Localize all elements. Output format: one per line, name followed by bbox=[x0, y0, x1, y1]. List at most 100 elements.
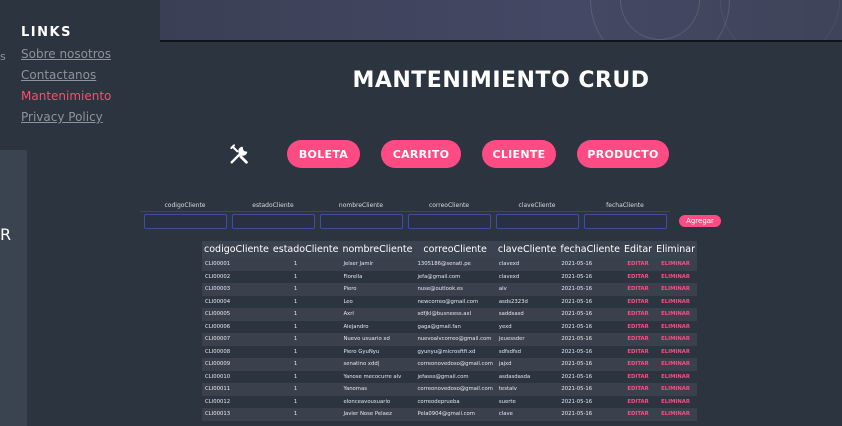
cell-estado: 1 bbox=[270, 408, 341, 421]
delete-button[interactable]: ELIMINAR bbox=[654, 308, 698, 321]
delete-button[interactable]: ELIMINAR bbox=[654, 295, 698, 308]
table-row: CLI00002 1 Fiorella jefa@gmail.com clavexd 20… bbox=[202, 270, 698, 283]
estado-cliente-input[interactable] bbox=[232, 214, 315, 229]
cell-codigo: CLI00012 bbox=[202, 395, 271, 408]
edge-letter: R bbox=[0, 225, 12, 244]
cell-fecha: 2021-05-16 bbox=[558, 258, 622, 271]
edit-button[interactable]: EDITAR bbox=[621, 270, 655, 283]
cell-codigo: CLI00005 bbox=[202, 308, 271, 321]
delete-button[interactable]: ELIMINAR bbox=[654, 270, 698, 283]
cell-codigo: CLI00013 bbox=[202, 408, 271, 421]
cell-correo: sdfjkl@busneess.axl bbox=[414, 308, 496, 321]
edit-button[interactable]: EDITAR bbox=[621, 383, 655, 396]
column-header: estadoCliente bbox=[270, 241, 341, 258]
delete-button[interactable]: ELIMINAR bbox=[654, 370, 698, 383]
cell-fecha: 2021-05-16 bbox=[558, 333, 622, 346]
delete-button[interactable]: ELIMINAR bbox=[654, 333, 698, 346]
codigo-cliente-input[interactable] bbox=[144, 214, 227, 229]
table-row: CLI00008 1 Piero GyuNyu gyunyu@microsftfi.x… bbox=[202, 345, 698, 358]
edit-button[interactable]: EDITAR bbox=[621, 333, 655, 346]
cell-clave: jajxd bbox=[495, 358, 559, 371]
edit-button[interactable]: EDITAR bbox=[621, 370, 655, 383]
producto-button[interactable]: PRODUCTO bbox=[577, 140, 669, 168]
hero-banner bbox=[160, 0, 842, 42]
table-row: CLI00007 1 Nuevo usuario xd nuevoalvcorreo@… bbox=[202, 333, 698, 346]
cell-nombre: Piero bbox=[340, 283, 415, 296]
correo-cliente-input[interactable] bbox=[408, 214, 491, 229]
delete-button[interactable]: ELIMINAR bbox=[654, 358, 698, 371]
nombre-cliente-input[interactable] bbox=[320, 214, 403, 229]
page-title: MANTENIMIENTO CRUD bbox=[352, 68, 650, 93]
boleta-button[interactable]: BOLETA bbox=[287, 140, 360, 168]
cell-fecha: 2021-05-16 bbox=[558, 270, 622, 283]
cell-codigo: CLI00004 bbox=[202, 295, 271, 308]
footer-side-panel bbox=[0, 150, 27, 426]
edit-button[interactable]: EDITAR bbox=[621, 395, 655, 408]
cell-estado: 1 bbox=[270, 295, 341, 308]
edit-button[interactable]: EDITAR bbox=[621, 283, 655, 296]
cell-nombre: Alejandro bbox=[340, 320, 415, 333]
cell-clave: alv bbox=[495, 283, 559, 296]
cell-nombre: Jeiser Jamir bbox=[340, 258, 415, 271]
delete-button[interactable]: ELIMINAR bbox=[654, 383, 698, 396]
delete-button[interactable]: ELIMINAR bbox=[654, 283, 698, 296]
table-row: CLI00013 1 Javier Nose Pelaez Pela0904@gmai… bbox=[202, 408, 698, 421]
decor-circle-icon bbox=[720, 0, 840, 40]
link-privacy-policy[interactable]: Privacy Policy bbox=[21, 110, 103, 124]
cell-codigo: CLI00003 bbox=[202, 283, 271, 296]
table-row: CLI00004 1 Leo newcorreo@gmail.com asds2323d… bbox=[202, 295, 698, 308]
fecha-cliente-input[interactable] bbox=[584, 214, 667, 229]
cliente-button[interactable]: CLIENTE bbox=[482, 140, 556, 168]
cell-correo: correodeprueba bbox=[414, 395, 496, 408]
cell-correo: nuse@outlook.es bbox=[414, 283, 496, 296]
cell-codigo: CLI00006 bbox=[202, 320, 271, 333]
table-row: CLI00001 1 Jeiser Jamir 1305186@senati.pe cl… bbox=[202, 258, 698, 271]
edit-button[interactable]: EDITAR bbox=[621, 345, 655, 358]
link-mantenimiento[interactable]: Mantenimiento bbox=[21, 89, 111, 103]
table-row: CLI00009 1 senatino xdd| correonovedoso@gma… bbox=[202, 358, 698, 371]
cell-fecha: 2021-05-16 bbox=[558, 358, 622, 371]
cell-correo: Pela0904@gmail.com bbox=[414, 408, 496, 421]
cell-codigo: CLI00002 bbox=[202, 270, 271, 283]
cell-codigo: CLI00010 bbox=[202, 370, 271, 383]
edit-button[interactable]: EDITAR bbox=[621, 308, 655, 321]
carrito-button[interactable]: CARRITO bbox=[381, 140, 461, 168]
table-row: CLI00012 1 elonceavousuario correodeprueba s… bbox=[202, 395, 698, 408]
cell-estado: 1 bbox=[270, 333, 341, 346]
cell-codigo: CLI00007 bbox=[202, 333, 271, 346]
delete-button[interactable]: ELIMINAR bbox=[654, 320, 698, 333]
cell-nombre: Javier Nose Pelaez bbox=[340, 408, 415, 421]
clientes-table: codigoCliente estadoCliente nombreClient… bbox=[202, 241, 698, 421]
cell-codigo: CLI00001 bbox=[202, 258, 271, 271]
edit-button[interactable]: EDITAR bbox=[621, 295, 655, 308]
links-title: LINKS bbox=[21, 25, 72, 40]
cell-correo: jefasss@gmail.com bbox=[414, 370, 496, 383]
delete-button[interactable]: ELIMINAR bbox=[654, 395, 698, 408]
edit-button[interactable]: EDITAR bbox=[621, 408, 655, 421]
link-contactanos[interactable]: Contactanos bbox=[21, 68, 96, 82]
column-header: correoCliente bbox=[414, 241, 496, 258]
delete-button[interactable]: ELIMINAR bbox=[654, 345, 698, 358]
edit-button[interactable]: EDITAR bbox=[621, 258, 655, 271]
cell-correo: gaga@gmail.fan bbox=[414, 320, 496, 333]
cell-estado: 1 bbox=[270, 383, 341, 396]
cell-correo: 1305186@senati.pe bbox=[414, 258, 496, 271]
label-correo-cliente: correoCliente bbox=[428, 202, 470, 209]
delete-button[interactable]: ELIMINAR bbox=[654, 258, 698, 271]
cell-codigo: CLI00011 bbox=[202, 383, 271, 396]
cell-fecha: 2021-05-16 bbox=[558, 295, 622, 308]
cell-estado: 1 bbox=[270, 345, 341, 358]
link-sobre-nosotros[interactable]: Sobre nosotros bbox=[21, 47, 111, 61]
cell-nombre: Yanose mecocurre alv bbox=[340, 370, 415, 383]
cell-nombre: Axrl bbox=[340, 308, 415, 321]
clave-cliente-input[interactable] bbox=[496, 214, 579, 229]
cell-fecha: 2021-05-16 bbox=[558, 370, 622, 383]
cell-fecha: 2021-05-16 bbox=[558, 395, 622, 408]
cell-nombre: Nuevo usuario xd bbox=[340, 333, 415, 346]
column-header: codigoCliente bbox=[202, 241, 271, 258]
delete-button[interactable]: ELIMINAR bbox=[654, 408, 698, 421]
edit-button[interactable]: EDITAR bbox=[621, 358, 655, 371]
add-button[interactable]: Agregar bbox=[679, 215, 721, 227]
edit-button[interactable]: EDITAR bbox=[621, 320, 655, 333]
column-header: Editar bbox=[621, 241, 655, 258]
